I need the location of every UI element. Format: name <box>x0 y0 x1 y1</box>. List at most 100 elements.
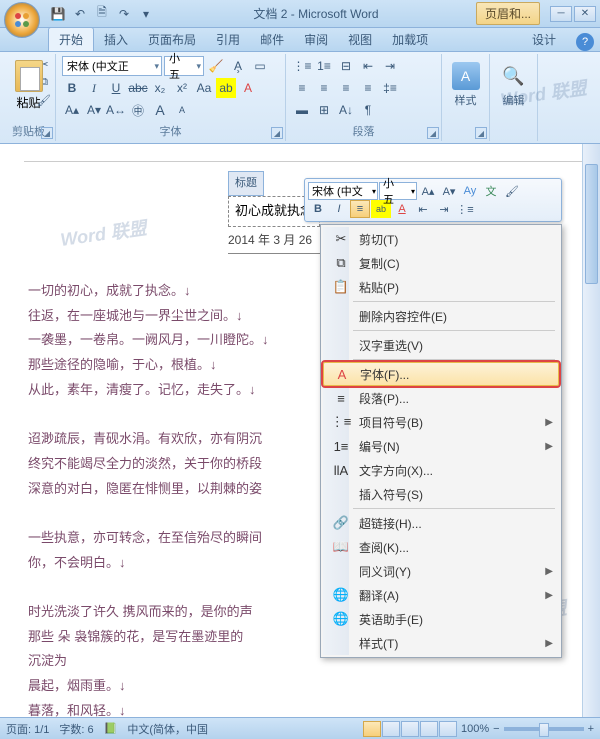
align-right-button[interactable]: ≡ <box>336 78 356 98</box>
tab-insert[interactable]: 插入 <box>94 28 138 51</box>
strike-button[interactable]: abc <box>128 78 148 98</box>
tab-view[interactable]: 视图 <box>338 28 382 51</box>
menu-hanzi-reselect[interactable]: 汉字重选(V) <box>323 333 559 357</box>
tab-review[interactable]: 审阅 <box>294 28 338 51</box>
tab-home[interactable]: 开始 <box>48 27 94 51</box>
font-color-button[interactable]: A <box>238 78 258 98</box>
show-marks-button[interactable]: ¶ <box>358 100 378 120</box>
font-name-combo[interactable]: 宋体 (中文正 <box>62 56 162 76</box>
menu-paste[interactable]: 📋粘贴(P) <box>323 275 559 299</box>
multilevel-button[interactable]: ⊟ <box>336 56 356 76</box>
grow-font-button[interactable]: A▴ <box>62 100 82 120</box>
mini-decindent-button[interactable]: ⇤ <box>413 200 433 218</box>
menu-synonyms[interactable]: 同义词(Y)▶ <box>323 559 559 583</box>
status-page[interactable]: 页面: 1/1 <box>6 721 49 737</box>
bold-button[interactable]: B <box>62 78 82 98</box>
menu-delete-content-control[interactable]: 删除内容控件(E) <box>323 304 559 328</box>
menu-bullets[interactable]: ⋮≡项目符号(B)▶ <box>323 410 559 434</box>
fullscreen-view[interactable] <box>382 721 400 737</box>
new-doc-button[interactable]: 🗎 <box>92 4 112 24</box>
outline-view[interactable] <box>420 721 438 737</box>
editing-button[interactable]: 🔍 编辑 <box>496 56 531 108</box>
tab-design[interactable]: 设计 <box>518 28 570 51</box>
clear-format-button[interactable]: 🧹 <box>206 56 226 76</box>
save-button[interactable]: 💾 <box>48 4 68 24</box>
styles-dialog-launcher[interactable]: ◢ <box>475 127 487 139</box>
minimize-button[interactable]: ─ <box>550 6 572 22</box>
italic-button[interactable]: I <box>84 78 104 98</box>
paragraph[interactable]: 暮落，和风轻。↓ <box>28 699 554 717</box>
mini-shrink-button[interactable]: A▾ <box>439 182 459 200</box>
menu-lookup[interactable]: 📖查阅(K)... <box>323 535 559 559</box>
zoom-slider[interactable] <box>504 727 584 731</box>
menu-english-assistant[interactable]: 🌐英语助手(E) <box>323 607 559 631</box>
large-a-button[interactable]: A <box>150 100 170 120</box>
subscript-button[interactable]: x₂ <box>150 78 170 98</box>
mini-font-combo[interactable]: 宋体 (中文 <box>308 182 378 200</box>
status-spell-icon[interactable]: 📗 <box>104 722 118 735</box>
header-tag[interactable]: 标题 <box>228 171 264 196</box>
highlight-button[interactable]: ab <box>216 78 236 98</box>
tab-mailings[interactable]: 邮件 <box>250 28 294 51</box>
mini-bullets-button[interactable]: ⋮≡ <box>455 200 475 218</box>
menu-cut[interactable]: ✂剪切(T) <box>323 227 559 251</box>
help-button[interactable]: ? <box>576 33 594 51</box>
shading-button[interactable]: ▬ <box>292 100 312 120</box>
char-scale-button[interactable]: A↔ <box>106 100 126 120</box>
line-spacing-button[interactable]: ‡≡ <box>380 78 400 98</box>
menu-copy[interactable]: ⧉复制(C) <box>323 251 559 275</box>
change-case-button[interactable]: Aa <box>194 78 214 98</box>
format-painter-button[interactable]: 🖌 <box>35 92 53 108</box>
numbering-button[interactable]: 1≡ <box>314 56 334 76</box>
mini-incindent-button[interactable]: ⇥ <box>434 200 454 218</box>
font-size-combo[interactable]: 小五 <box>164 56 204 76</box>
phonetic-button[interactable]: A̧ <box>228 56 248 76</box>
menu-styles[interactable]: 样式(T)▶ <box>323 631 559 655</box>
print-layout-view[interactable] <box>363 721 381 737</box>
paragraph[interactable]: 晨起，烟雨重。↓ <box>28 674 554 699</box>
font-dialog-launcher[interactable]: ◢ <box>271 127 283 139</box>
menu-hyperlink[interactable]: 🔗超链接(H)... <box>323 511 559 535</box>
align-center-button[interactable]: ≡ <box>314 78 334 98</box>
draft-view[interactable] <box>439 721 457 737</box>
status-language[interactable]: 中文(简体，中国 <box>127 721 208 737</box>
mini-phonetic-button[interactable]: 文 <box>481 182 501 200</box>
vertical-scrollbar[interactable] <box>582 144 600 717</box>
menu-insert-symbol[interactable]: 插入符号(S) <box>323 482 559 506</box>
sort-button[interactable]: A↓ <box>336 100 356 120</box>
zoom-out-button[interactable]: − <box>493 723 499 735</box>
menu-numbering[interactable]: 1≡编号(N)▶ <box>323 434 559 458</box>
status-word-count[interactable]: 字数: 6 <box>59 721 93 737</box>
underline-button[interactable]: U <box>106 78 126 98</box>
redo-button[interactable]: ↷ <box>114 4 134 24</box>
menu-translate[interactable]: 🌐翻译(A)▶ <box>323 583 559 607</box>
dec-indent-button[interactable]: ⇤ <box>358 56 378 76</box>
zoom-level[interactable]: 100% <box>461 723 489 735</box>
justify-button[interactable]: ≡ <box>358 78 378 98</box>
tab-layout[interactable]: 页面布局 <box>138 28 206 51</box>
close-button[interactable]: ✕ <box>574 6 596 22</box>
web-layout-view[interactable] <box>401 721 419 737</box>
menu-paragraph[interactable]: ≡段落(P)... <box>323 386 559 410</box>
tab-references[interactable]: 引用 <box>206 28 250 51</box>
mini-grow-button[interactable]: A▴ <box>418 182 438 200</box>
shrink-font-button[interactable]: A▾ <box>84 100 104 120</box>
mini-size-combo[interactable]: 小五 <box>379 182 417 200</box>
menu-text-direction[interactable]: llA文字方向(X)... <box>323 458 559 482</box>
scrollbar-thumb[interactable] <box>585 164 598 284</box>
menu-font[interactable]: A字体(F)... <box>323 362 559 386</box>
char-border-button[interactable]: ▭ <box>250 56 270 76</box>
tab-addins[interactable]: 加载项 <box>382 28 438 51</box>
office-button[interactable] <box>4 2 40 38</box>
zoom-in-button[interactable]: + <box>588 723 594 735</box>
ruler[interactable] <box>24 144 600 162</box>
mini-bold-button[interactable]: B <box>308 200 328 218</box>
mini-styles-button[interactable]: Ay <box>460 182 480 200</box>
paragraph-dialog-launcher[interactable]: ◢ <box>427 127 439 139</box>
align-left-button[interactable]: ≡ <box>292 78 312 98</box>
mini-painter-button[interactable]: 🖌 <box>502 182 522 200</box>
undo-button[interactable]: ↶ <box>70 4 90 24</box>
qat-more-button[interactable]: ▾ <box>136 4 156 24</box>
borders-button[interactable]: ⊞ <box>314 100 334 120</box>
styles-button[interactable]: A 样式 <box>448 56 483 108</box>
